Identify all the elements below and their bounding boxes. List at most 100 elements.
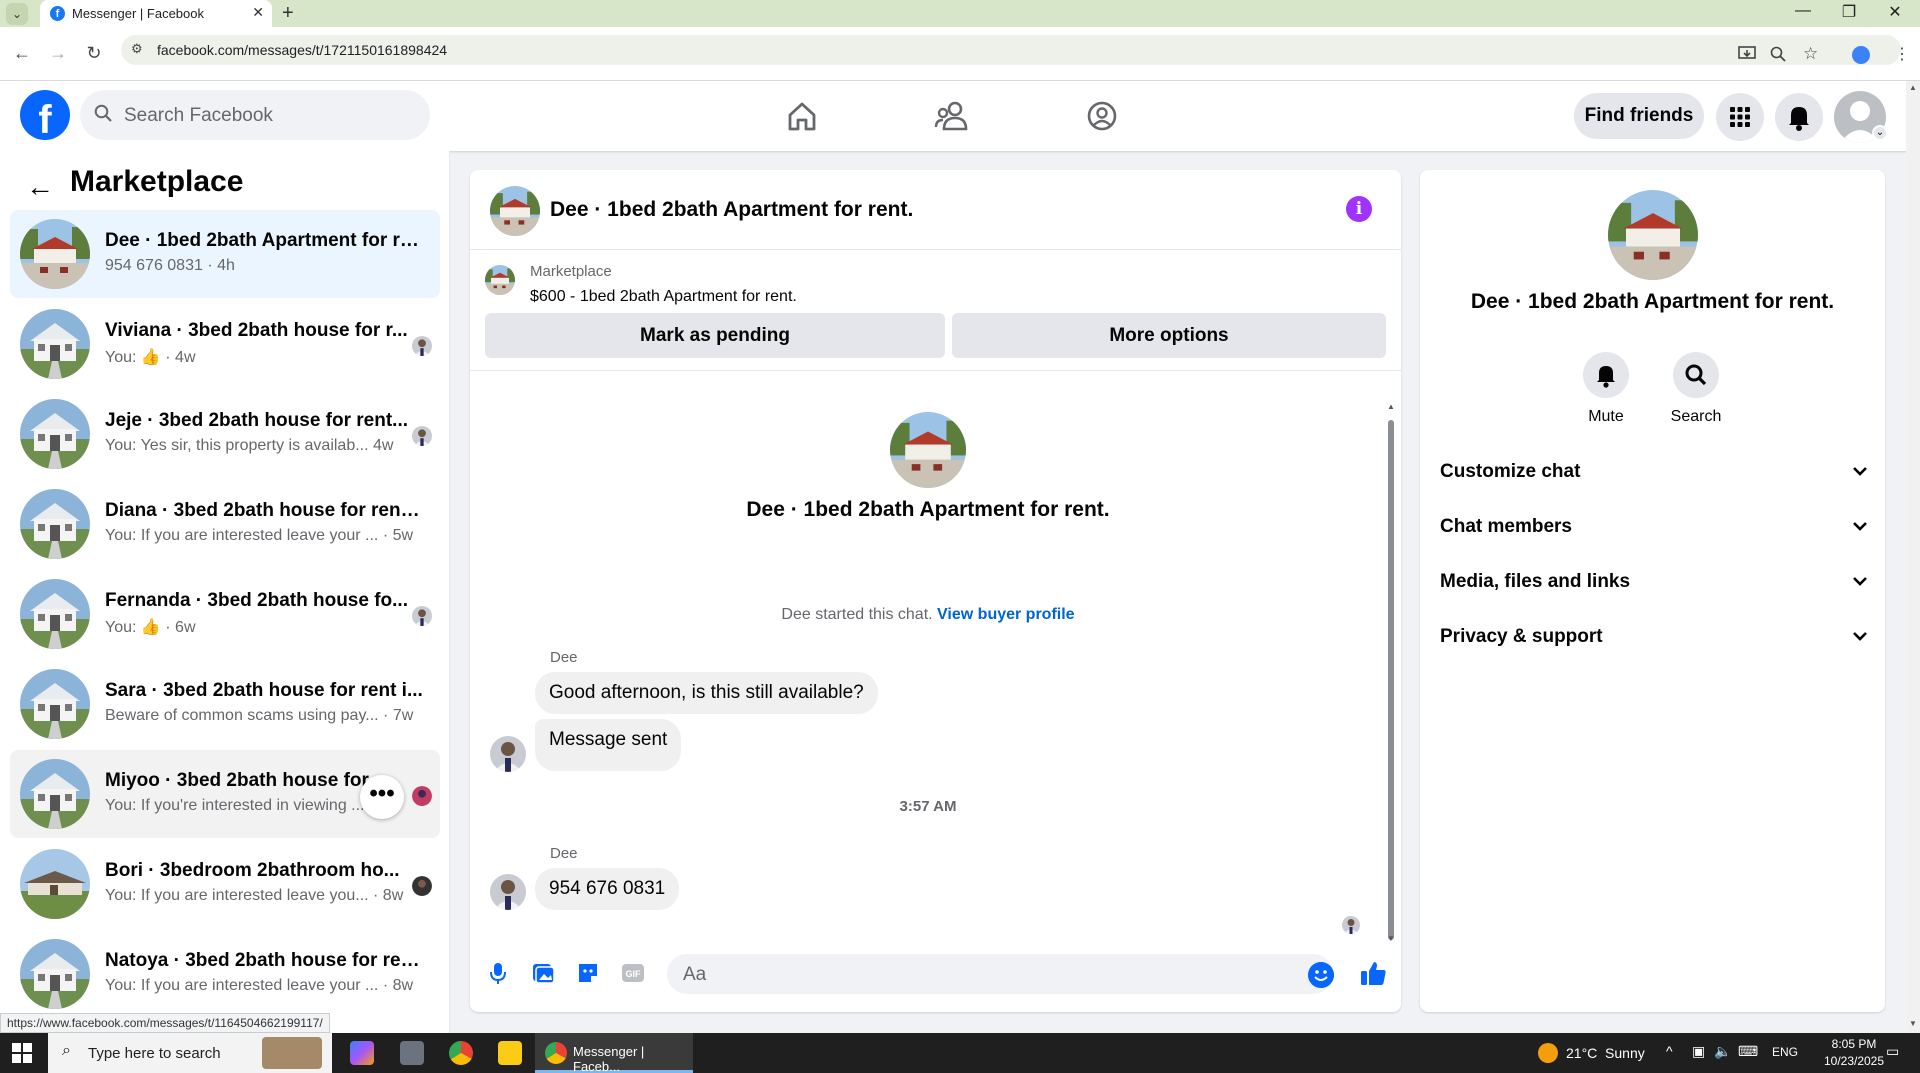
microphone-icon[interactable]: [485, 960, 511, 986]
chrome-icon[interactable]: [449, 1041, 473, 1065]
profile-extension-icon[interactable]: [1852, 46, 1870, 64]
find-friends-button[interactable]: Find friends: [1574, 93, 1704, 139]
weather-sun-icon[interactable]: [1538, 1043, 1558, 1063]
chat-avatar[interactable]: [490, 186, 540, 236]
info-icon[interactable]: i: [1346, 196, 1372, 222]
grid-icon: [1730, 107, 1750, 127]
back-icon[interactable]: ←: [10, 43, 34, 64]
message-input[interactable]: Aa: [667, 954, 1333, 994]
friends-icon[interactable]: [922, 95, 982, 137]
more-options-button[interactable]: •••: [360, 775, 404, 819]
chat-scrollbar[interactable]: ▲ ▼: [1386, 398, 1396, 943]
snippet-time: · 5w: [382, 527, 414, 544]
tab-search-icon[interactable]: ⌄: [6, 3, 28, 25]
tab-close-icon[interactable]: ✕: [252, 4, 264, 21]
taskbar-search-input[interactable]: ⌕ Type here to search: [48, 1033, 332, 1073]
scroll-up-icon[interactable]: ▲: [1909, 83, 1917, 92]
mute-button[interactable]: Mute: [1571, 352, 1641, 426]
clock-date[interactable]: 10/23/2025: [1818, 1054, 1890, 1068]
conversation-item[interactable]: Natoya · 3bed 2bath house for ren... You…: [10, 930, 440, 1018]
sender-avatar[interactable]: [490, 874, 526, 910]
groups-icon[interactable]: [1072, 95, 1132, 137]
like-thumbs-up-icon[interactable]: [1358, 958, 1388, 988]
minimize-icon[interactable]: —: [1780, 2, 1826, 20]
new-tab-icon[interactable]: +: [282, 2, 294, 25]
language-indicator[interactable]: ENG: [1772, 1045, 1798, 1059]
weather-text[interactable]: 21°C Sunny: [1566, 1045, 1645, 1061]
gif-icon[interactable]: GIF: [620, 960, 646, 986]
snippet-text: You: If you are interested leave your ..…: [105, 977, 379, 994]
emoji-icon[interactable]: [1308, 962, 1334, 988]
facebook-logo-icon[interactable]: f: [20, 90, 70, 140]
chat-details-panel: Dee · 1bed 2bath Apartment for rent. Mut…: [1420, 170, 1885, 1012]
marketplace-listing-row[interactable]: Marketplace $600 - 1bed 2bath Apartment …: [470, 251, 1401, 309]
copilot-icon[interactable]: [350, 1041, 374, 1065]
chat-title[interactable]: Dee · 1bed 2bath Apartment for rent.: [550, 198, 913, 222]
more-options-button[interactable]: More options: [952, 313, 1386, 358]
conversation-item[interactable]: Bori · 3bedroom 2bathroom ho... You: If …: [10, 840, 440, 928]
network-icon[interactable]: ▣: [1692, 1043, 1705, 1060]
photo-icon[interactable]: [530, 960, 556, 986]
restore-icon[interactable]: ❐: [1826, 2, 1872, 22]
conversation-item[interactable]: Sara · 3bed 2bath house for rent i... Be…: [10, 660, 440, 748]
conversation-item[interactable]: Dee · 1bed 2bath Apartment for re... 954…: [10, 210, 440, 298]
taskbar-active-window[interactable]: Messenger | Faceb...: [535, 1033, 693, 1073]
conversation-item[interactable]: Jeje · 3bed 2bath house for rent... You:…: [10, 390, 440, 478]
account-chevron-icon[interactable]: ⌄: [1872, 125, 1888, 141]
mark-as-pending-button[interactable]: Mark as pending: [485, 313, 945, 358]
back-arrow-icon[interactable]: ←: [26, 171, 54, 203]
sticker-icon[interactable]: [575, 960, 601, 986]
facebook-search-input[interactable]: Search Facebook: [80, 90, 430, 140]
chevron-down-icon: [1853, 467, 1867, 476]
sender-avatar[interactable]: [490, 736, 526, 772]
home-icon[interactable]: [772, 95, 832, 137]
chat-header: Dee · 1bed 2bath Apartment for rent. i: [470, 170, 1401, 250]
address-bar[interactable]: ⚙ facebook.com/messages/t/17211501618984…: [121, 35, 1901, 65]
conversation-item[interactable]: Viviana · 3bed 2bath house for r... You:…: [10, 300, 440, 388]
seen-avatar: [1342, 916, 1360, 934]
install-app-icon[interactable]: [1738, 46, 1756, 62]
conversation-item[interactable]: Diana · 3bed 2bath house for rent ... Yo…: [10, 480, 440, 568]
menu-grid-button[interactable]: [1716, 93, 1764, 141]
chat-panel: Dee · 1bed 2bath Apartment for rent. i M…: [470, 170, 1401, 1012]
scroll-down-icon[interactable]: ▼: [1387, 934, 1395, 943]
thumbs-up-icon: 👍: [140, 349, 161, 366]
tray-chevron-icon[interactable]: ^: [1666, 1043, 1673, 1059]
media-files-links-section[interactable]: Media, files and links: [1440, 567, 1870, 597]
window-close-icon[interactable]: ✕: [1872, 2, 1918, 22]
customize-chat-section[interactable]: Customize chat: [1440, 457, 1870, 487]
message-bubble[interactable]: Good afternoon, is this still available?: [535, 672, 878, 714]
chat-members-section[interactable]: Chat members: [1440, 512, 1870, 542]
clock-time[interactable]: 8:05 PM: [1824, 1037, 1884, 1051]
search-in-chat-button[interactable]: Search: [1661, 352, 1731, 426]
view-buyer-profile-link[interactable]: View buyer profile: [937, 606, 1075, 623]
bookmark-star-icon[interactable]: ☆: [1803, 44, 1818, 64]
windows-start-icon[interactable]: [12, 1043, 32, 1063]
message-bubble[interactable]: Message sent: [535, 719, 682, 771]
browser-tab-messenger[interactable]: f Messenger | Facebook ✕: [40, 0, 272, 27]
chevron-down-icon: [1853, 577, 1867, 586]
conversation-name: Natoya · 3bed 2bath house for ren...: [105, 950, 425, 971]
browser-menu-icon[interactable]: ⋮: [1894, 44, 1910, 64]
site-info-icon[interactable]: ⚙: [131, 41, 143, 57]
notification-center-icon[interactable]: ▭: [1886, 1043, 1899, 1060]
reload-icon[interactable]: ↻: [82, 43, 106, 64]
zoom-icon[interactable]: [1770, 46, 1786, 62]
notifications-button[interactable]: [1775, 93, 1823, 141]
message-bubble[interactable]: 954 676 0831: [535, 868, 680, 910]
scroll-down-icon[interactable]: ▼: [1909, 1019, 1917, 1028]
search-icon: ⌕: [62, 1042, 71, 1059]
volume-icon[interactable]: 🔈: [1714, 1043, 1731, 1060]
keyboard-icon[interactable]: ⌨: [1738, 1043, 1758, 1060]
search-icon-circle: [1673, 352, 1719, 398]
chevron-down-icon: [1853, 522, 1867, 531]
forward-icon[interactable]: →: [46, 43, 70, 64]
page-scrollbar[interactable]: ▲ ▼: [1906, 81, 1920, 1035]
conversation-item[interactable]: Miyoo · 3bed 2bath house for r You: If y…: [10, 750, 440, 838]
privacy-support-section[interactable]: Privacy & support: [1440, 622, 1870, 652]
scroll-up-icon[interactable]: ▲: [1387, 402, 1395, 411]
app-icon[interactable]: [400, 1041, 424, 1065]
sticky-notes-icon[interactable]: [498, 1041, 522, 1065]
conversation-item[interactable]: Fernanda · 3bed 2bath house fo... You: 👍…: [10, 570, 440, 658]
scrollbar-thumb[interactable]: [1388, 420, 1394, 940]
